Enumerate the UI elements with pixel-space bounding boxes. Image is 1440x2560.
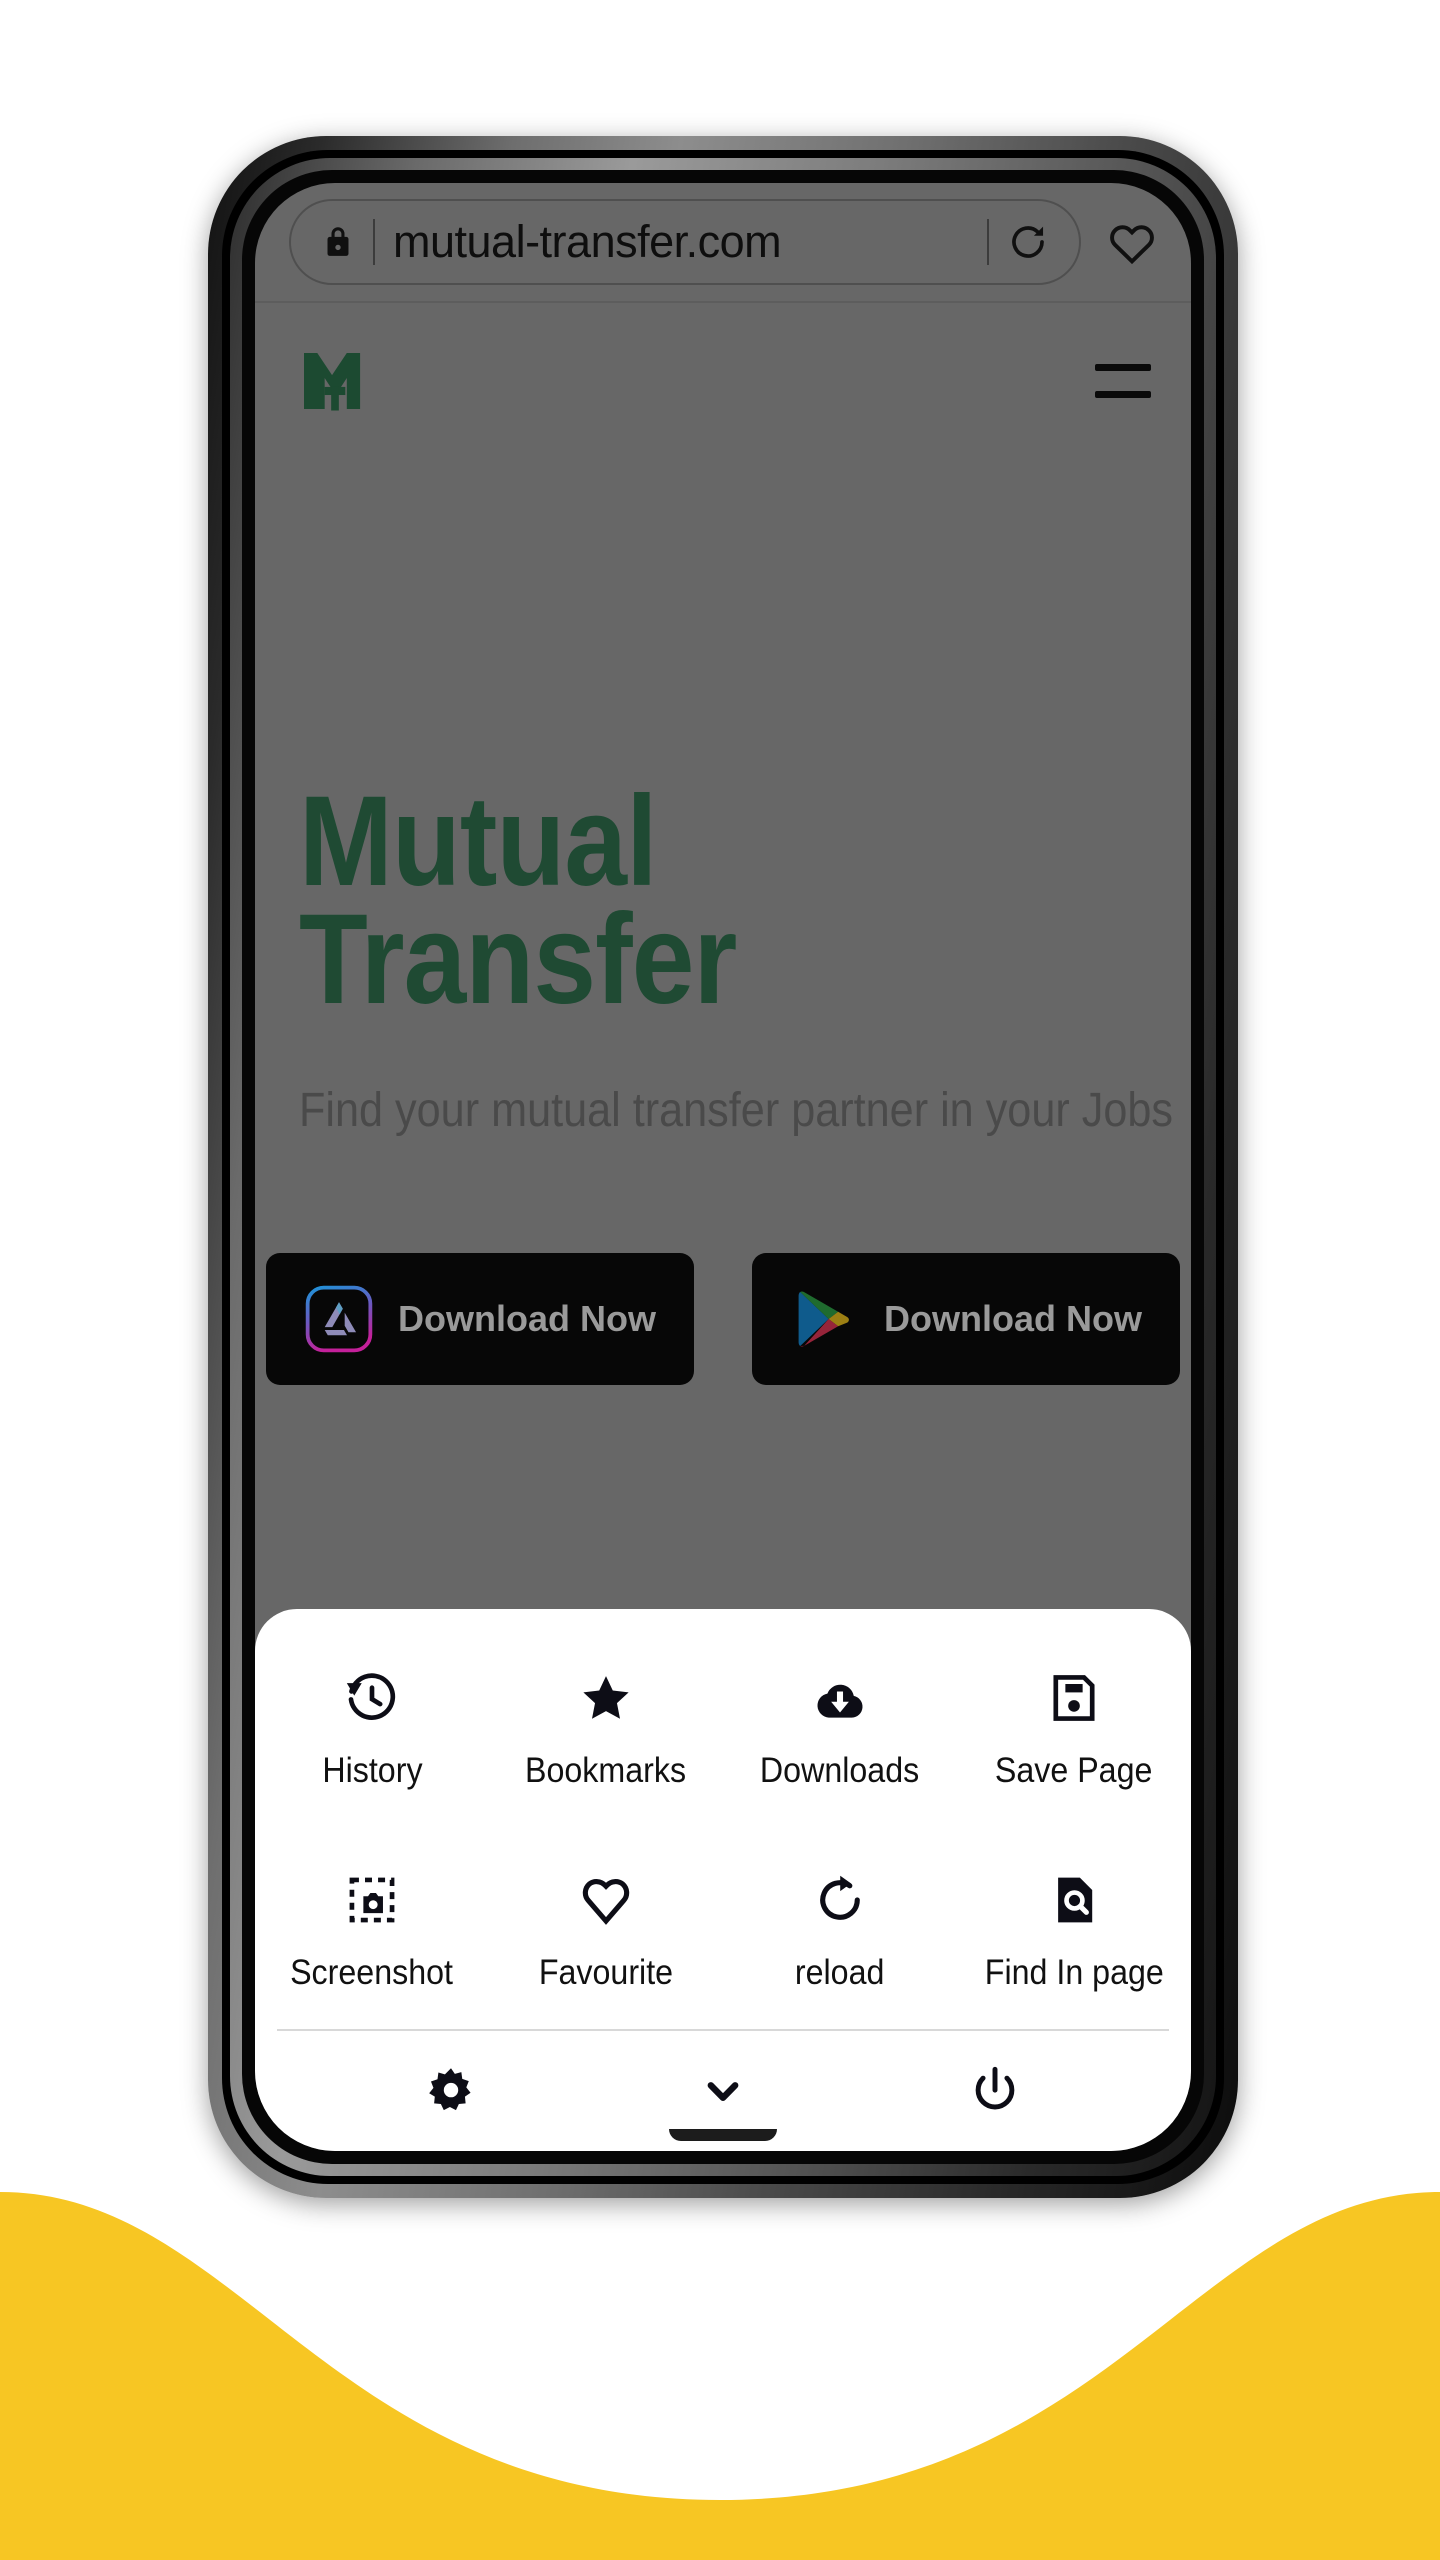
find-in-page-icon bbox=[1045, 1871, 1103, 1929]
yellow-wave-decoration bbox=[0, 2192, 1440, 2560]
google-play-download-label: Download Now bbox=[884, 1298, 1142, 1339]
favourite-heart-icon bbox=[577, 1871, 635, 1929]
menu-item-label: Screenshot bbox=[290, 1953, 454, 1992]
app-store-download-button[interactable]: Download Now bbox=[266, 1253, 694, 1385]
menu-item-label: Favourite bbox=[538, 1953, 674, 1992]
menu-item-favourite[interactable]: Favourite bbox=[489, 1825, 723, 2027]
menu-item-history[interactable]: History bbox=[255, 1623, 489, 1825]
menu-item-label: Downloads bbox=[760, 1751, 920, 1790]
hamburger-menu-icon[interactable] bbox=[1095, 364, 1151, 398]
power-icon[interactable] bbox=[950, 2055, 1040, 2127]
lock-icon bbox=[327, 227, 349, 256]
menu-item-label: Save Page bbox=[995, 1751, 1153, 1790]
site-header bbox=[255, 333, 1191, 429]
menu-item-label: reload bbox=[795, 1953, 885, 1992]
menu-item-label: Find In page bbox=[984, 1953, 1164, 1992]
mutual-transfer-logo-icon[interactable] bbox=[299, 350, 371, 412]
phone-bezel-outer: mutual-transfer.com Mutual Transfer Find… bbox=[222, 150, 1224, 2184]
menu-item-bookmarks[interactable]: Bookmarks bbox=[489, 1623, 723, 1825]
menu-item-reload[interactable]: reload bbox=[723, 1825, 957, 2027]
save-page-icon bbox=[1045, 1669, 1103, 1727]
phone-bezel-inner: mutual-transfer.com Mutual Transfer Find… bbox=[242, 170, 1204, 2164]
favourite-heart-icon[interactable] bbox=[1107, 219, 1157, 265]
phone-bezel-mid: mutual-transfer.com Mutual Transfer Find… bbox=[230, 158, 1216, 2176]
phone-screen: mutual-transfer.com Mutual Transfer Find… bbox=[255, 183, 1191, 2151]
menu-item-find-in-page[interactable]: Find In page bbox=[957, 1825, 1191, 2027]
bookmarks-star-icon bbox=[577, 1669, 635, 1727]
page-title-line1: Mutual bbox=[299, 770, 657, 913]
screenshot-icon bbox=[343, 1871, 401, 1929]
reload-icon[interactable] bbox=[1007, 221, 1049, 263]
app-store-download-label: Download Now bbox=[398, 1298, 656, 1339]
browser-toolbar: mutual-transfer.com bbox=[255, 183, 1191, 301]
settings-gear-icon[interactable] bbox=[406, 2055, 496, 2127]
menu-grid-row-2: Screenshot Favourite reload Find In page bbox=[255, 1825, 1191, 2027]
phone-mockup: mutual-transfer.com Mutual Transfer Find… bbox=[208, 136, 1238, 2198]
address-bar-divider-left bbox=[373, 219, 375, 265]
downloads-icon bbox=[811, 1669, 869, 1727]
page-subtitle: Find your mutual transfer partner in you… bbox=[299, 1084, 1173, 1137]
store-buttons-row: Download Now Download Now bbox=[255, 1253, 1191, 1385]
menu-item-label: Bookmarks bbox=[525, 1751, 687, 1790]
google-play-download-button[interactable]: Download Now bbox=[752, 1253, 1180, 1385]
menu-grid-row-1: History Bookmarks Downloads Save Page bbox=[255, 1623, 1191, 1825]
menu-item-downloads[interactable]: Downloads bbox=[723, 1623, 957, 1825]
home-indicator bbox=[669, 2129, 777, 2141]
app-store-icon bbox=[305, 1285, 373, 1353]
address-bar[interactable]: mutual-transfer.com bbox=[289, 199, 1081, 285]
screenshot-root: mutual-transfer.com Mutual Transfer Find… bbox=[0, 0, 1440, 2560]
menu-item-save-page[interactable]: Save Page bbox=[957, 1623, 1191, 1825]
chevron-down-icon[interactable] bbox=[678, 2055, 768, 2127]
menu-item-label: History bbox=[321, 1751, 423, 1790]
address-bar-divider-right bbox=[987, 219, 989, 265]
browser-menu-sheet: History Bookmarks Downloads Save Page Sc… bbox=[255, 1609, 1191, 2151]
url-text[interactable]: mutual-transfer.com bbox=[393, 216, 969, 268]
page-title: Mutual Transfer bbox=[299, 770, 862, 1031]
reload-icon bbox=[811, 1871, 869, 1929]
menu-item-screenshot[interactable]: Screenshot bbox=[255, 1825, 489, 2027]
web-page-content: Mutual Transfer Find your mutual transfe… bbox=[255, 303, 1191, 2151]
page-title-line2: Transfer bbox=[299, 887, 737, 1031]
google-play-icon bbox=[798, 1291, 849, 1347]
history-icon bbox=[343, 1669, 401, 1727]
